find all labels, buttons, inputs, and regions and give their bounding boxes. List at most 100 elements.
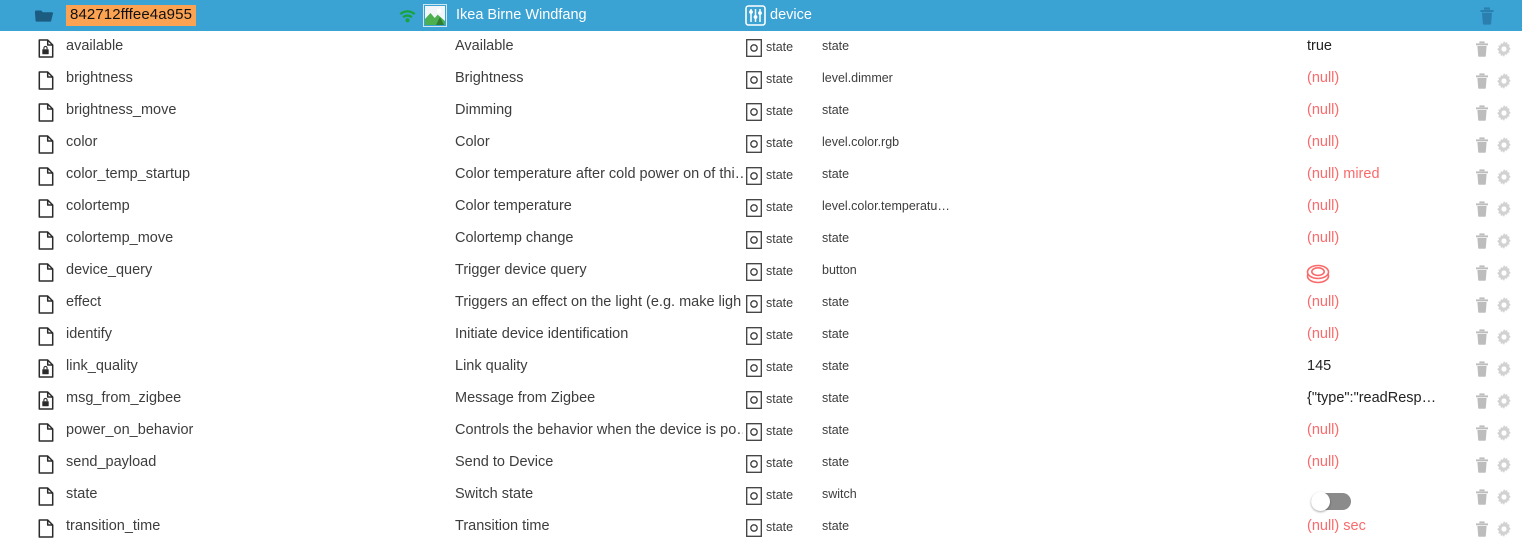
- row-settings-icon[interactable]: [1496, 361, 1512, 377]
- device-id-chip[interactable]: 842712fffee4a955: [66, 5, 196, 26]
- row-delete-icon[interactable]: [1475, 137, 1489, 153]
- object-value[interactable]: (null): [1307, 134, 1457, 150]
- state-type-label: state: [766, 520, 793, 534]
- table-row[interactable]: Colortemp changestatestate(null): [0, 225, 1522, 257]
- row-settings-icon[interactable]: [1496, 457, 1512, 473]
- switch-toggle[interactable]: [1311, 493, 1351, 510]
- row-delete-icon[interactable]: [1475, 329, 1489, 345]
- object-value[interactable]: (null) mired: [1307, 166, 1457, 182]
- state-type-icon: [746, 71, 762, 89]
- table-row[interactable]: Color temperature after cold power on of…: [0, 161, 1522, 193]
- state-type-label: state: [766, 104, 793, 118]
- row-delete-icon[interactable]: [1475, 201, 1489, 217]
- table-row[interactable]: Color temperaturestatelevel.color.temper…: [0, 193, 1522, 225]
- header-trash-icon[interactable]: [1479, 7, 1495, 25]
- state-type-icon: [746, 391, 762, 409]
- folder-icon: [34, 8, 54, 24]
- object-value[interactable]: (null): [1307, 422, 1457, 438]
- row-delete-icon[interactable]: [1475, 41, 1489, 57]
- row-settings-icon[interactable]: [1496, 393, 1512, 409]
- object-role: level.color.rgb: [822, 135, 982, 149]
- row-settings-icon[interactable]: [1496, 489, 1512, 505]
- row-settings-icon[interactable]: [1496, 265, 1512, 281]
- object-role: state: [822, 167, 982, 181]
- table-row[interactable]: Send to Devicestatestate(null): [0, 449, 1522, 481]
- table-row[interactable]: Switch statestateswitch: [0, 481, 1522, 513]
- object-value[interactable]: 145: [1307, 358, 1457, 374]
- row-delete-icon[interactable]: [1475, 393, 1489, 409]
- row-settings-icon[interactable]: [1496, 425, 1512, 441]
- table-row[interactable]: Brightnessstatelevel.dimmer(null): [0, 65, 1522, 97]
- object-name: Message from Zigbee: [455, 390, 743, 406]
- state-type-icon: [746, 135, 762, 153]
- object-role: state: [822, 359, 982, 373]
- state-type-icon: [746, 359, 762, 377]
- object-value[interactable]: (null): [1307, 70, 1457, 86]
- table-row[interactable]: Trigger device querystatebutton: [0, 257, 1522, 289]
- object-value[interactable]: (null): [1307, 230, 1457, 246]
- object-role: state: [822, 39, 982, 53]
- object-value[interactable]: (null): [1307, 198, 1457, 214]
- row-settings-icon[interactable]: [1496, 105, 1512, 121]
- trigger-push-button[interactable]: [1305, 261, 1331, 285]
- object-name: Dimming: [455, 102, 743, 118]
- picture-icon[interactable]: [423, 4, 447, 27]
- row-delete-icon[interactable]: [1475, 457, 1489, 473]
- table-row[interactable]: Controls the behavior when the device is…: [0, 417, 1522, 449]
- row-settings-icon[interactable]: [1496, 201, 1512, 217]
- table-row[interactable]: Availablestatestatetrue: [0, 33, 1522, 65]
- object-value[interactable]: (null) sec: [1307, 518, 1457, 534]
- row-delete-icon[interactable]: [1475, 361, 1489, 377]
- object-role: level.color.temperatu…: [822, 199, 982, 213]
- device-type-label: device: [770, 7, 812, 23]
- object-value[interactable]: (null): [1307, 326, 1457, 342]
- table-row[interactable]: Dimming state state (null): [0, 97, 1522, 129]
- object-name: Colortemp change: [455, 230, 743, 246]
- row-settings-icon[interactable]: [1496, 521, 1512, 537]
- row-delete-icon[interactable]: [1475, 425, 1489, 441]
- page-title: Ikea Birne Windfang: [456, 7, 587, 23]
- object-value[interactable]: (null): [1307, 294, 1457, 310]
- row-delete-icon[interactable]: [1475, 233, 1489, 249]
- toggle-knob: [1311, 492, 1330, 511]
- table-row[interactable]: Triggers an effect on the light (e.g. ma…: [0, 289, 1522, 321]
- object-role: state: [822, 455, 982, 469]
- object-name: Controls the behavior when the device is…: [455, 422, 743, 438]
- row-delete-icon[interactable]: [1475, 521, 1489, 537]
- row-settings-icon[interactable]: [1496, 73, 1512, 89]
- state-type-label: state: [766, 360, 793, 374]
- object-role: button: [822, 263, 982, 277]
- object-value[interactable]: {"type":"readResp…: [1307, 390, 1457, 406]
- table-row[interactable]: Transition timestatestate(null) sec: [0, 513, 1522, 545]
- device-object-table: availablebrightnessbrightness_movecolorc…: [0, 31, 1522, 547]
- row-settings-icon[interactable]: [1496, 41, 1512, 57]
- table-row[interactable]: Initiate device identificationstatestate…: [0, 321, 1522, 353]
- state-type-icon: [746, 199, 762, 217]
- row-settings-icon[interactable]: [1496, 329, 1512, 345]
- object-role: state: [822, 519, 982, 533]
- row-delete-icon[interactable]: [1475, 297, 1489, 313]
- object-name: Send to Device: [455, 454, 743, 470]
- table-row[interactable]: Colorstatelevel.color.rgb(null): [0, 129, 1522, 161]
- row-settings-icon[interactable]: [1496, 137, 1512, 153]
- object-name: Initiate device identification: [455, 326, 743, 342]
- row-delete-icon[interactable]: [1475, 105, 1489, 121]
- table-row[interactable]: Message from Zigbeestatestate{"type":"re…: [0, 385, 1522, 417]
- row-delete-icon[interactable]: [1475, 489, 1489, 505]
- object-value[interactable]: true: [1307, 38, 1457, 54]
- sliders-icon: [745, 5, 766, 26]
- row-settings-icon[interactable]: [1496, 169, 1512, 185]
- object-role: state: [822, 295, 982, 309]
- row-delete-icon[interactable]: [1475, 73, 1489, 89]
- state-type-icon: [746, 327, 762, 345]
- object-role: state: [822, 103, 982, 117]
- row-delete-icon[interactable]: [1475, 265, 1489, 281]
- object-value[interactable]: (null): [1307, 102, 1457, 118]
- row-settings-icon[interactable]: [1496, 297, 1512, 313]
- state-type-label: state: [766, 200, 793, 214]
- row-delete-icon[interactable]: [1475, 169, 1489, 185]
- table-row[interactable]: Link qualitystatestate145: [0, 353, 1522, 385]
- object-role: state: [822, 391, 982, 405]
- object-value[interactable]: (null): [1307, 454, 1457, 470]
- row-settings-icon[interactable]: [1496, 233, 1512, 249]
